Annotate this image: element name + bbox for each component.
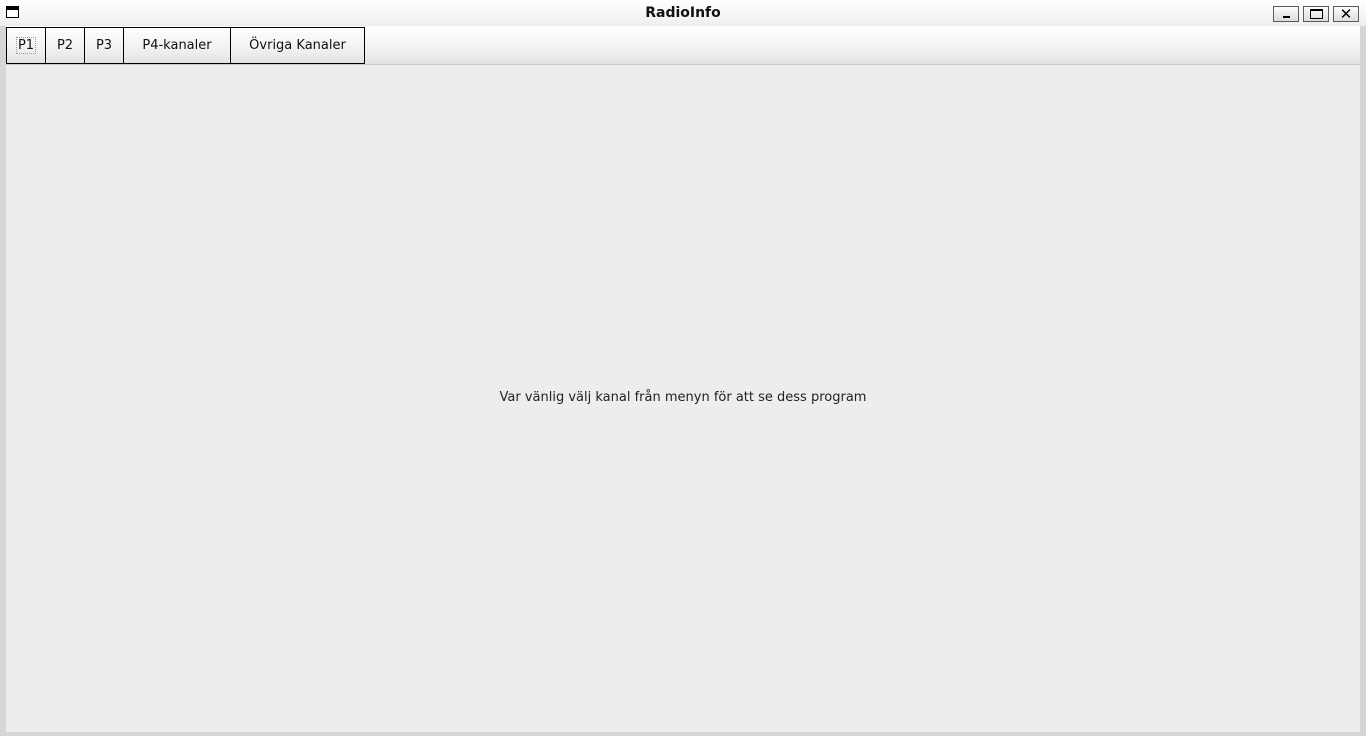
menu-p2[interactable]: P2 xyxy=(45,27,85,64)
content-area: P1 P2 P3 P4-kanaler Övriga Kanaler Var v… xyxy=(6,26,1360,732)
menu-label: P4-kanaler xyxy=(142,38,212,53)
menu-p4-kanaler[interactable]: P4-kanaler xyxy=(123,27,231,64)
minimize-icon xyxy=(1283,16,1290,18)
app-window: RadioInfo ✕ P1 P2 P3 P4-kanaler Övriga K… xyxy=(0,0,1366,736)
close-button[interactable]: ✕ xyxy=(1333,6,1359,22)
menu-ovriga-kanaler[interactable]: Övriga Kanaler xyxy=(230,27,365,64)
window-title: RadioInfo xyxy=(645,5,721,21)
menu-p3[interactable]: P3 xyxy=(84,27,124,64)
menu-bar: P1 P2 P3 P4-kanaler Övriga Kanaler xyxy=(6,26,1360,65)
menu-label: P3 xyxy=(95,38,113,53)
menu-label: Övriga Kanaler xyxy=(249,38,346,53)
title-bar[interactable]: RadioInfo ✕ xyxy=(0,0,1366,26)
maximize-icon xyxy=(1310,9,1323,19)
close-icon: ✕ xyxy=(1339,5,1353,23)
menu-label: P2 xyxy=(56,38,74,53)
menu-p1[interactable]: P1 xyxy=(6,27,46,64)
maximize-button[interactable] xyxy=(1303,6,1329,22)
menu-label: P1 xyxy=(15,37,37,54)
instruction-message: Var vänlig välj kanal från menyn för att… xyxy=(499,390,867,405)
minimize-button[interactable] xyxy=(1273,6,1299,22)
